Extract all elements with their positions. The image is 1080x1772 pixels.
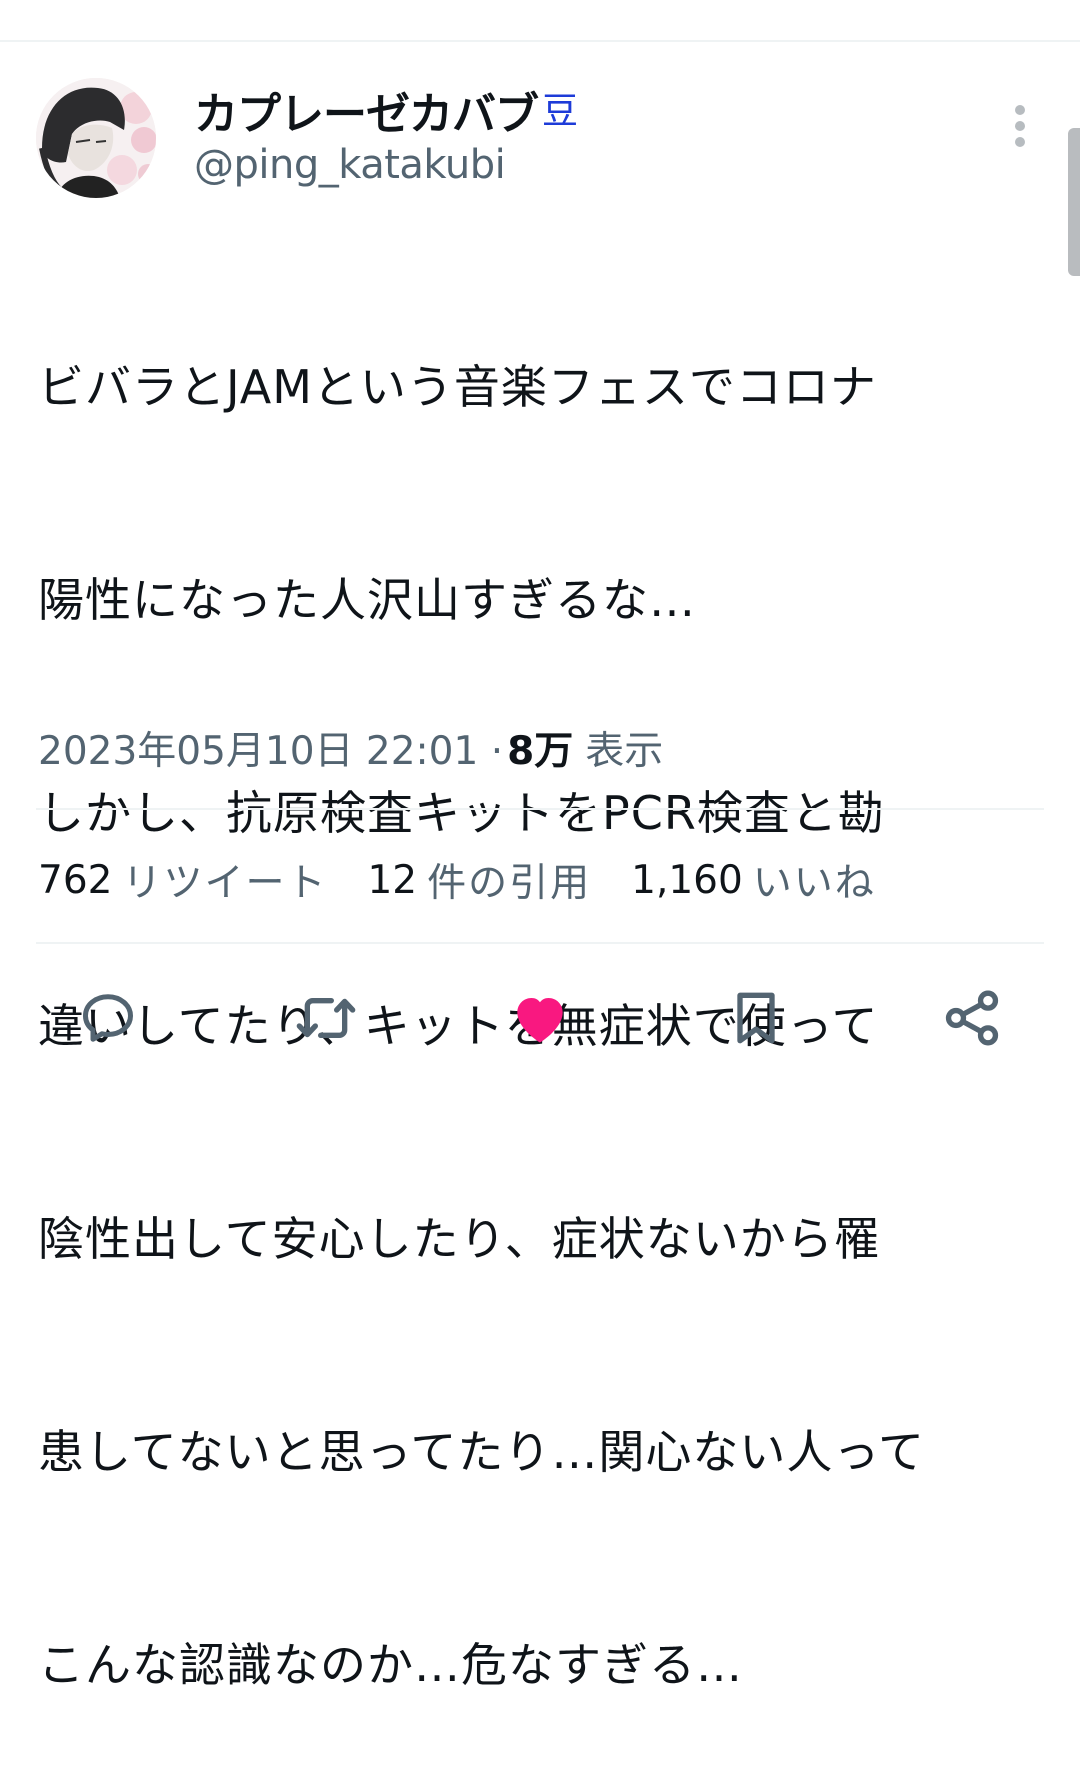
retweets-label: リツイート xyxy=(122,861,328,906)
retweets-stat[interactable]: 762 リツイート xyxy=(38,852,327,908)
author-handle[interactable]: @ping_katakubi xyxy=(194,142,506,188)
tweet-text-line: 陽性になった人沢山すぎるな… xyxy=(38,573,696,627)
retweet-icon xyxy=(296,998,356,1038)
tweet-text-line: 陰性出して安心したり、症状ないから罹 xyxy=(38,1212,881,1266)
likes-count: 1,160 xyxy=(631,857,743,903)
tweet-text-line: しかし、抗原検査キットをPCR検査と勘 xyxy=(38,786,885,840)
top-divider xyxy=(0,40,1080,42)
tweet-text-line: こんな認識なのか…危なすぎる… xyxy=(38,1638,743,1692)
like-icon xyxy=(517,998,563,1043)
more-options-icon[interactable] xyxy=(1004,104,1036,152)
quotes-label: 件の引用 xyxy=(427,861,592,906)
views-label[interactable]: 表示 xyxy=(585,720,663,776)
divider xyxy=(36,942,1044,944)
reply-button[interactable] xyxy=(76,986,140,1050)
author-name-row[interactable]: カプレーゼカバブ 豆 xyxy=(194,84,579,140)
tweet-text-line: ビバラとJAMという音楽フェスでコロナ xyxy=(38,360,877,414)
author-display-name[interactable]: カプレーゼカバブ xyxy=(194,78,539,142)
tweet-text-line: 患してないと思ってたり…関心ない人って xyxy=(38,1425,926,1479)
retweets-count: 762 xyxy=(38,857,113,903)
likes-stat[interactable]: 1,160 いいね xyxy=(631,852,876,908)
like-button[interactable] xyxy=(508,986,572,1050)
reply-icon xyxy=(83,994,133,1042)
bookmark-icon xyxy=(737,992,775,1044)
quotes-count: 12 xyxy=(367,857,418,903)
share-button[interactable] xyxy=(940,986,1004,1050)
divider xyxy=(36,808,1044,810)
avatar[interactable] xyxy=(36,78,156,198)
avatar-image xyxy=(36,78,156,198)
badge-icon: 豆 xyxy=(542,91,579,132)
tweet-meta: 2023年05月10日 22:01 · 8万 表示 xyxy=(38,718,663,778)
likes-label: いいね xyxy=(752,861,876,906)
quotes-stat[interactable]: 12 件の引用 xyxy=(367,852,591,908)
tweet-timestamp[interactable]: 2023年05月10日 22:01 · xyxy=(38,720,503,776)
tweet-stats: 762 リツイート 12 件の引用 1,160 いいね xyxy=(38,850,876,910)
retweet-button[interactable] xyxy=(294,986,358,1050)
scrollbar-thumb[interactable] xyxy=(1068,128,1080,276)
bookmark-button[interactable] xyxy=(724,986,788,1050)
share-icon xyxy=(945,990,999,1046)
views-count[interactable]: 8万 xyxy=(507,720,573,776)
